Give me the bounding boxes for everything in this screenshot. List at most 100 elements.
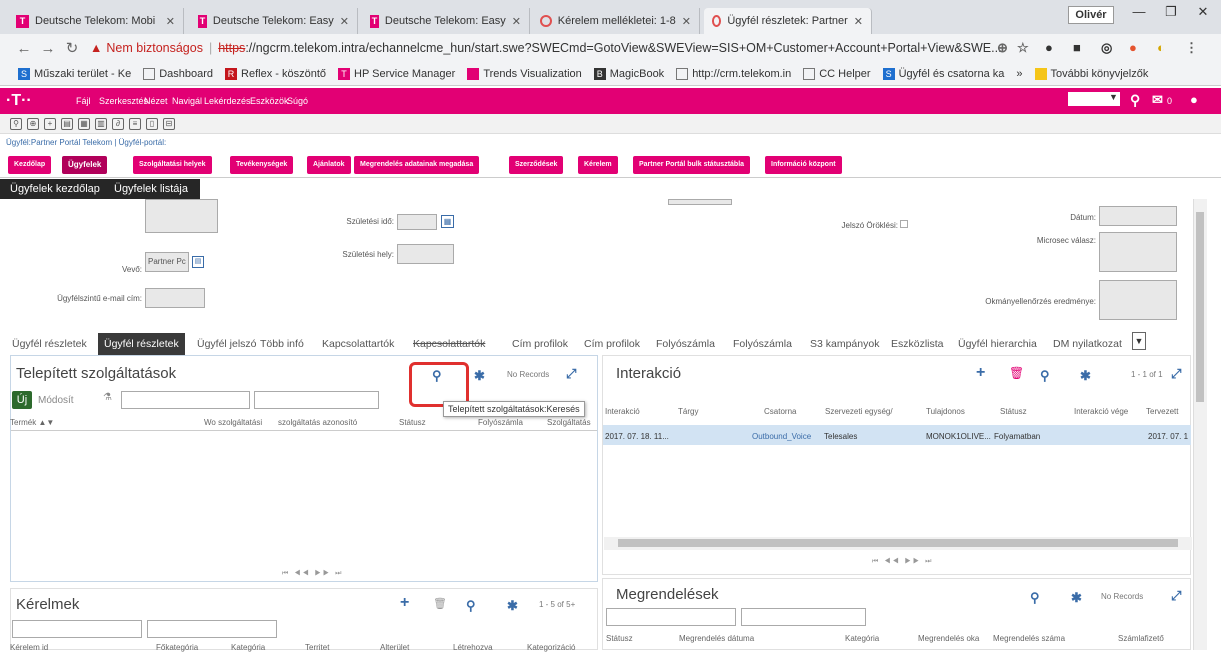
view-tab[interactable]: Cím profilok (512, 333, 568, 355)
email-field[interactable] (145, 288, 205, 308)
print-icon[interactable]: ⊟ (163, 118, 175, 130)
extension-icon[interactable]: ● (1045, 40, 1053, 55)
view-tab[interactable]: Folyószámla (733, 333, 792, 355)
url-field[interactable]: ▲ Nem biztonságos | https ://ngcrm.telek… (90, 41, 1002, 55)
close-icon[interactable]: ✕ (506, 15, 521, 28)
filter-icon[interactable]: ⚗ (103, 392, 112, 403)
close-icon[interactable]: ✕ (334, 15, 349, 28)
column-header[interactable]: Szolgáltatás (547, 418, 591, 427)
birth-date-field[interactable] (397, 214, 437, 230)
buyer-field[interactable]: Partner Pc (145, 252, 189, 272)
screen-tab-customers[interactable]: Ügyfelek (62, 156, 108, 174)
expand-icon[interactable]: ⤢ (1171, 366, 1181, 382)
column-header[interactable]: Folyószámla (478, 418, 523, 427)
cell-channel[interactable]: Outbound_Voice (752, 432, 811, 441)
screen-tab-home[interactable]: Kezdőlap (8, 156, 52, 174)
screen-tab-activities[interactable]: Tevékenységek (230, 156, 294, 174)
form-field-top[interactable] (668, 199, 732, 205)
expand-icon[interactable]: ⤢ (1171, 588, 1181, 604)
column-header[interactable]: Tárgy (678, 407, 698, 416)
password-inherit-checkbox[interactable] (900, 220, 908, 228)
extension-icon[interactable]: ■ (1073, 40, 1081, 55)
new-record-icon[interactable]: + (44, 118, 56, 130)
search-icon[interactable]: ⚲ (1130, 92, 1140, 109)
screen-tab-offers[interactable]: Ajánlatok (307, 156, 351, 174)
view-tab[interactable]: Eszközlista (891, 333, 944, 355)
bookmark[interactable]: http://crm.telekom.in (676, 67, 791, 80)
view-tab[interactable]: Kapcsolattartók (322, 333, 394, 355)
subnav-customers-list[interactable]: Ügyfelek listája (114, 183, 188, 195)
microsec-field[interactable] (1099, 232, 1177, 272)
column-header[interactable]: Szervezeti egység/ (825, 407, 893, 416)
close-icon[interactable]: ✕ (848, 15, 863, 28)
star-icon[interactable]: ☆ (1017, 40, 1029, 56)
menu-icon[interactable]: ⋮ (1185, 40, 1198, 56)
menu-tools[interactable]: Eszközök (250, 96, 289, 106)
column-header[interactable]: Számlafizető (1118, 634, 1164, 643)
view-tab[interactable]: Ügyfél jelszó (197, 333, 257, 355)
bookmark[interactable]: Dashboard (143, 67, 213, 80)
list-icon[interactable]: ≡ (129, 118, 141, 130)
minimize-button[interactable]: — (1124, 4, 1154, 24)
column-header[interactable]: Megrendelés száma (993, 634, 1065, 643)
screen-tab-service-points[interactable]: Szolgáltatási helyek (133, 156, 212, 174)
search-icon[interactable]: ⚲ (1040, 368, 1050, 384)
column-header[interactable]: Kategória (845, 634, 879, 643)
new-button[interactable]: Új (12, 391, 32, 409)
filter-input[interactable] (12, 620, 142, 638)
gear-icon[interactable]: ✱ (507, 598, 518, 614)
close-window-button[interactable]: ✕ (1188, 4, 1218, 24)
column-header[interactable]: Tervezett (1146, 407, 1178, 416)
view-tab[interactable]: Ügyfél részletek (12, 333, 87, 355)
view-tab[interactable]: Cím profilok (584, 333, 640, 355)
column-header[interactable]: Létrehozva (453, 643, 493, 652)
column-header[interactable]: Kategorizáció (527, 643, 575, 652)
scrollbar-thumb[interactable] (1196, 212, 1204, 402)
column-header[interactable]: Interakció vége (1074, 407, 1128, 416)
bookmark[interactable]: R Reflex - köszöntő (225, 67, 326, 80)
search-input[interactable] (254, 391, 379, 409)
column-header[interactable]: Termék ▲▼ (10, 418, 54, 427)
add-icon[interactable]: + (976, 364, 985, 382)
column-header[interactable]: Megrendelés dátuma (679, 634, 754, 643)
bookmark[interactable]: CC Helper (803, 67, 871, 80)
column-header[interactable]: Státusz (1000, 407, 1027, 416)
forward-icon[interactable]: → (36, 40, 60, 57)
view-tab[interactable]: Ügyfél hierarchia (958, 333, 1037, 355)
doc-check-field[interactable] (1099, 280, 1177, 320)
trash-icon[interactable]: 🗑 (433, 597, 447, 610)
column-header[interactable]: Megrendelés oka (918, 634, 979, 643)
bookmark[interactable]: T HP Service Manager (338, 67, 455, 80)
filter-input[interactable] (606, 608, 736, 626)
extension-icon[interactable]: ◎ (1101, 40, 1112, 56)
notification-icon[interactable]: ✉ (1152, 92, 1163, 108)
column-header[interactable]: Kérelem id (10, 643, 48, 652)
note-textarea[interactable] (145, 199, 218, 233)
search-icon[interactable]: ⚲ (1030, 590, 1040, 606)
screen-tab-order-data[interactable]: Megrendelés adatainak megadása (354, 156, 480, 174)
browser-tab-2[interactable]: T Deutsche Telekom: Easy ✕ (190, 8, 358, 34)
calendar-icon[interactable]: ▦ (441, 215, 454, 228)
trash-icon[interactable]: 🗑 (1009, 366, 1024, 380)
menu-view[interactable]: Nézet (144, 96, 168, 106)
save-icon[interactable]: ▤ (61, 118, 73, 130)
column-header[interactable]: Főkategória (156, 643, 198, 652)
column-header[interactable]: Tulajdonos (926, 407, 965, 416)
menu-edit[interactable]: Szerkesztés (99, 96, 148, 106)
bookmark-folder[interactable]: További könyvjelzők (1034, 67, 1148, 80)
execute-query-icon[interactable]: ⊕ (27, 118, 39, 130)
back-icon[interactable]: ← (12, 40, 36, 57)
column-header[interactable]: Territet (305, 643, 329, 652)
menu-query[interactable]: Lekérdezés (204, 96, 251, 106)
column-header[interactable]: szolgáltatás azonosító (278, 418, 357, 427)
user-icon[interactable]: ● (1190, 92, 1198, 107)
view-tab[interactable]: DM nyilatkozat (1053, 333, 1122, 355)
bookmark[interactable]: S Ügyfél és csatorna ka (882, 67, 1004, 80)
filter-input[interactable] (147, 620, 277, 638)
screen-tab-request[interactable]: Kérelem (578, 156, 618, 174)
zoom-icon[interactable]: ⊕ (997, 40, 1008, 56)
bookmark[interactable]: Trends Visualization (467, 67, 582, 80)
screen-tab-bulk-status[interactable]: Partner Portál bulk státusztábla (633, 156, 751, 174)
date-field[interactable] (1099, 206, 1177, 226)
picker-icon[interactable]: ▤ (192, 256, 204, 268)
